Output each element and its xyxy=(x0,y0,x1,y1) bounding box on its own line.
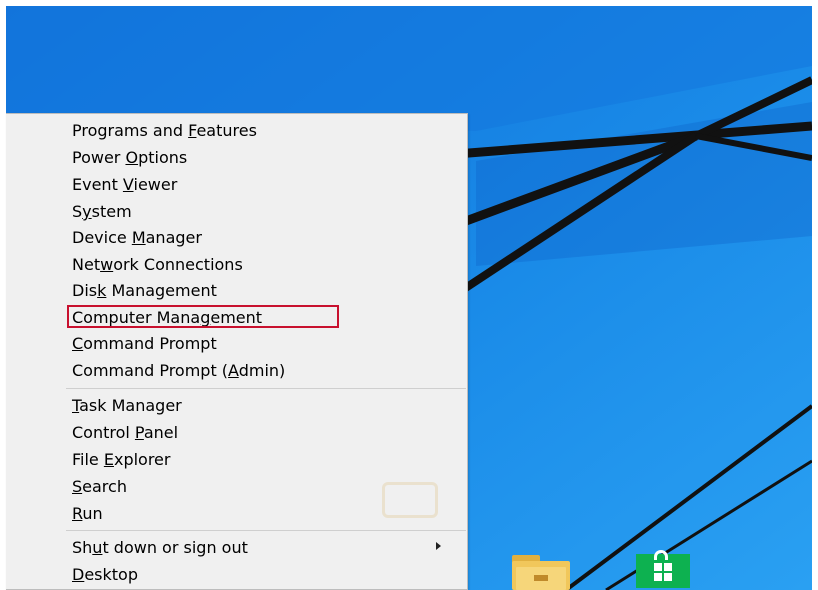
menu-item-disk-management[interactable]: Disk Management xyxy=(72,279,217,303)
menu-item-shut-down-or-sign-out[interactable]: Shut down or sign out xyxy=(72,536,248,560)
menu-item-event-viewer[interactable]: Event Viewer xyxy=(72,173,177,197)
menu-item-command-prompt[interactable]: Command Prompt xyxy=(72,332,217,356)
submenu-arrow-icon xyxy=(436,542,441,550)
menu-item-device-manager[interactable]: Device Manager xyxy=(72,226,202,250)
screen: Programs and Features Power Options Even… xyxy=(0,0,818,590)
watermark-logo xyxy=(186,478,456,528)
menu-item-command-prompt-admin[interactable]: Command Prompt (Admin) xyxy=(72,359,285,383)
menu-item-file-explorer[interactable]: File Explorer xyxy=(72,448,170,472)
menu-item-run[interactable]: Run xyxy=(72,502,103,526)
menu-item-programs-and-features[interactable]: Programs and Features xyxy=(72,119,257,143)
menu-separator xyxy=(66,530,466,531)
menu-item-task-manager[interactable]: Task Manager xyxy=(72,394,182,418)
menu-item-control-panel[interactable]: Control Panel xyxy=(72,421,178,445)
menu-separator xyxy=(66,388,466,389)
store-icon[interactable] xyxy=(634,550,692,588)
watermark-logo-icon xyxy=(382,482,438,518)
quick-link-menu: Programs and Features Power Options Even… xyxy=(6,113,468,590)
menu-item-computer-management[interactable]: Computer Management xyxy=(72,306,262,330)
menu-item-search[interactable]: Search xyxy=(72,475,127,499)
menu-item-network-connections[interactable]: Network Connections xyxy=(72,253,243,277)
menu-item-desktop[interactable]: Desktop xyxy=(72,563,138,587)
file-explorer-icon[interactable] xyxy=(512,555,570,590)
menu-item-system[interactable]: System xyxy=(72,200,132,224)
menu-item-power-options[interactable]: Power Options xyxy=(72,146,187,170)
